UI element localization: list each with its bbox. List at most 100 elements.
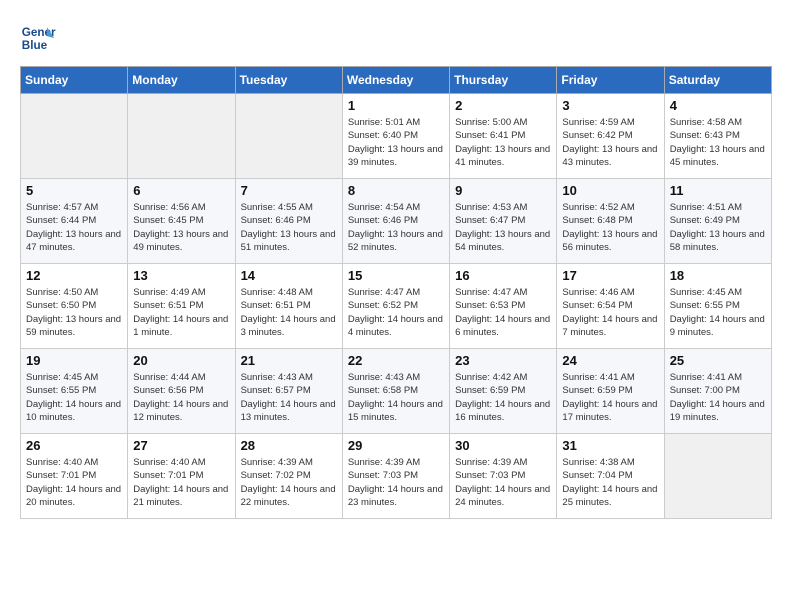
weekday-header-cell: Wednesday	[342, 67, 449, 94]
weekday-header-cell: Friday	[557, 67, 664, 94]
day-info: Sunrise: 4:51 AMSunset: 6:49 PMDaylight:…	[670, 201, 766, 254]
calendar-cell: 23Sunrise: 4:42 AMSunset: 6:59 PMDayligh…	[450, 349, 557, 434]
day-info: Sunrise: 4:41 AMSunset: 6:59 PMDaylight:…	[562, 371, 658, 424]
day-number: 22	[348, 353, 444, 368]
day-number: 27	[133, 438, 229, 453]
day-info: Sunrise: 5:00 AMSunset: 6:41 PMDaylight:…	[455, 116, 551, 169]
weekday-header-cell: Tuesday	[235, 67, 342, 94]
weekday-header-cell: Saturday	[664, 67, 771, 94]
calendar-cell: 13 Sunrise: 4:49 AMSunset: 6:51 PMDayligh…	[128, 264, 235, 349]
calendar-week-row: 5 Sunrise: 4:57 AMSunset: 6:44 PMDaylight…	[21, 179, 772, 264]
day-info: Sunrise: 4:41 AMSunset: 7:00 PMDaylight:…	[670, 371, 766, 424]
calendar-cell: 2 Sunrise: 5:00 AMSunset: 6:41 PMDaylight…	[450, 94, 557, 179]
calendar-cell: 3 Sunrise: 4:59 AMSunset: 6:42 PMDaylight…	[557, 94, 664, 179]
day-info: Sunrise: 4:56 AMSunset: 6:45 PMDaylight:…	[133, 201, 229, 254]
day-number: 21	[241, 353, 337, 368]
day-info: Sunrise: 4:40 AMSunset: 7:01 PMDaylight:…	[133, 456, 229, 509]
svg-text:Blue: Blue	[22, 39, 48, 52]
calendar-cell: 14 Sunrise: 4:48 AMSunset: 6:51 PMDayligh…	[235, 264, 342, 349]
calendar-cell: 11 Sunrise: 4:51 AMSunset: 6:49 PMDayligh…	[664, 179, 771, 264]
day-info: Sunrise: 4:39 AMSunset: 7:02 PMDaylight:…	[241, 456, 337, 509]
day-number: 31	[562, 438, 658, 453]
calendar-week-row: 19Sunrise: 4:45 AMSunset: 6:55 PMDayligh…	[21, 349, 772, 434]
day-info: Sunrise: 5:01 AMSunset: 6:40 PMDaylight:…	[348, 116, 444, 169]
day-number: 26	[26, 438, 122, 453]
day-number: 30	[455, 438, 551, 453]
day-number: 12	[26, 268, 122, 283]
calendar-week-row: 1 Sunrise: 5:01 AMSunset: 6:40 PMDaylight…	[21, 94, 772, 179]
calendar-body: 1 Sunrise: 5:01 AMSunset: 6:40 PMDaylight…	[21, 94, 772, 519]
calendar-table: SundayMondayTuesdayWednesdayThursdayFrid…	[20, 66, 772, 519]
day-number: 11	[670, 183, 766, 198]
svg-text:General: General	[22, 26, 56, 39]
day-number: 4	[670, 98, 766, 113]
day-info: Sunrise: 4:47 AMSunset: 6:52 PMDaylight:…	[348, 286, 444, 339]
day-number: 6	[133, 183, 229, 198]
calendar-cell: 10 Sunrise: 4:52 AMSunset: 6:48 PMDayligh…	[557, 179, 664, 264]
calendar-cell: 19Sunrise: 4:45 AMSunset: 6:55 PMDayligh…	[21, 349, 128, 434]
calendar-cell: 1 Sunrise: 5:01 AMSunset: 6:40 PMDaylight…	[342, 94, 449, 179]
calendar-cell: 4 Sunrise: 4:58 AMSunset: 6:43 PMDaylight…	[664, 94, 771, 179]
day-number: 28	[241, 438, 337, 453]
weekday-header-cell: Thursday	[450, 67, 557, 94]
day-info: Sunrise: 4:38 AMSunset: 7:04 PMDaylight:…	[562, 456, 658, 509]
day-number: 20	[133, 353, 229, 368]
day-info: Sunrise: 4:58 AMSunset: 6:43 PMDaylight:…	[670, 116, 766, 169]
calendar-cell: 16 Sunrise: 4:47 AMSunset: 6:53 PMDayligh…	[450, 264, 557, 349]
day-info: Sunrise: 4:39 AMSunset: 7:03 PMDaylight:…	[455, 456, 551, 509]
calendar-cell: 21 Sunrise: 4:43 AMSunset: 6:57 PMDayligh…	[235, 349, 342, 434]
day-info: Sunrise: 4:39 AMSunset: 7:03 PMDaylight:…	[348, 456, 444, 509]
day-number: 1	[348, 98, 444, 113]
day-number: 16	[455, 268, 551, 283]
calendar-cell: 31 Sunrise: 4:38 AMSunset: 7:04 PMDayligh…	[557, 434, 664, 519]
logo-icon: General Blue	[20, 20, 56, 56]
calendar-cell: 22Sunrise: 4:43 AMSunset: 6:58 PMDayligh…	[342, 349, 449, 434]
calendar-cell: 6 Sunrise: 4:56 AMSunset: 6:45 PMDaylight…	[128, 179, 235, 264]
calendar-cell	[235, 94, 342, 179]
calendar-cell: 20 Sunrise: 4:44 AMSunset: 6:56 PMDayligh…	[128, 349, 235, 434]
day-number: 15	[348, 268, 444, 283]
day-info: Sunrise: 4:53 AMSunset: 6:47 PMDaylight:…	[455, 201, 551, 254]
calendar-cell: 25 Sunrise: 4:41 AMSunset: 7:00 PMDayligh…	[664, 349, 771, 434]
calendar-cell: 12 Sunrise: 4:50 AMSunset: 6:50 PMDayligh…	[21, 264, 128, 349]
calendar-cell	[128, 94, 235, 179]
day-number: 17	[562, 268, 658, 283]
calendar-cell: 24 Sunrise: 4:41 AMSunset: 6:59 PMDayligh…	[557, 349, 664, 434]
day-info: Sunrise: 4:43 AMSunset: 6:57 PMDaylight:…	[241, 371, 337, 424]
day-number: 14	[241, 268, 337, 283]
day-number: 24	[562, 353, 658, 368]
day-info: Sunrise: 4:57 AMSunset: 6:44 PMDaylight:…	[26, 201, 122, 254]
day-info: Sunrise: 4:59 AMSunset: 6:42 PMDaylight:…	[562, 116, 658, 169]
calendar-cell: 29Sunrise: 4:39 AMSunset: 7:03 PMDayligh…	[342, 434, 449, 519]
page-header: General Blue	[20, 20, 772, 56]
day-number: 2	[455, 98, 551, 113]
day-info: Sunrise: 4:44 AMSunset: 6:56 PMDaylight:…	[133, 371, 229, 424]
day-number: 7	[241, 183, 337, 198]
day-info: Sunrise: 4:49 AMSunset: 6:51 PMDaylight:…	[133, 286, 229, 339]
day-number: 18	[670, 268, 766, 283]
day-info: Sunrise: 4:52 AMSunset: 6:48 PMDaylight:…	[562, 201, 658, 254]
day-number: 13	[133, 268, 229, 283]
day-number: 10	[562, 183, 658, 198]
day-number: 9	[455, 183, 551, 198]
day-info: Sunrise: 4:54 AMSunset: 6:46 PMDaylight:…	[348, 201, 444, 254]
day-info: Sunrise: 4:45 AMSunset: 6:55 PMDaylight:…	[26, 371, 122, 424]
weekday-header-cell: Sunday	[21, 67, 128, 94]
day-number: 5	[26, 183, 122, 198]
weekday-header-row: SundayMondayTuesdayWednesdayThursdayFrid…	[21, 67, 772, 94]
calendar-cell	[21, 94, 128, 179]
day-info: Sunrise: 4:48 AMSunset: 6:51 PMDaylight:…	[241, 286, 337, 339]
calendar-cell: 9 Sunrise: 4:53 AMSunset: 6:47 PMDaylight…	[450, 179, 557, 264]
calendar-week-row: 26 Sunrise: 4:40 AMSunset: 7:01 PMDayligh…	[21, 434, 772, 519]
calendar-cell: 15 Sunrise: 4:47 AMSunset: 6:52 PMDayligh…	[342, 264, 449, 349]
calendar-week-row: 12 Sunrise: 4:50 AMSunset: 6:50 PMDayligh…	[21, 264, 772, 349]
calendar-cell: 27 Sunrise: 4:40 AMSunset: 7:01 PMDayligh…	[128, 434, 235, 519]
day-info: Sunrise: 4:50 AMSunset: 6:50 PMDaylight:…	[26, 286, 122, 339]
day-info: Sunrise: 4:40 AMSunset: 7:01 PMDaylight:…	[26, 456, 122, 509]
day-number: 25	[670, 353, 766, 368]
day-info: Sunrise: 4:45 AMSunset: 6:55 PMDaylight:…	[670, 286, 766, 339]
day-number: 3	[562, 98, 658, 113]
calendar-cell: 5 Sunrise: 4:57 AMSunset: 6:44 PMDaylight…	[21, 179, 128, 264]
day-number: 8	[348, 183, 444, 198]
day-info: Sunrise: 4:47 AMSunset: 6:53 PMDaylight:…	[455, 286, 551, 339]
